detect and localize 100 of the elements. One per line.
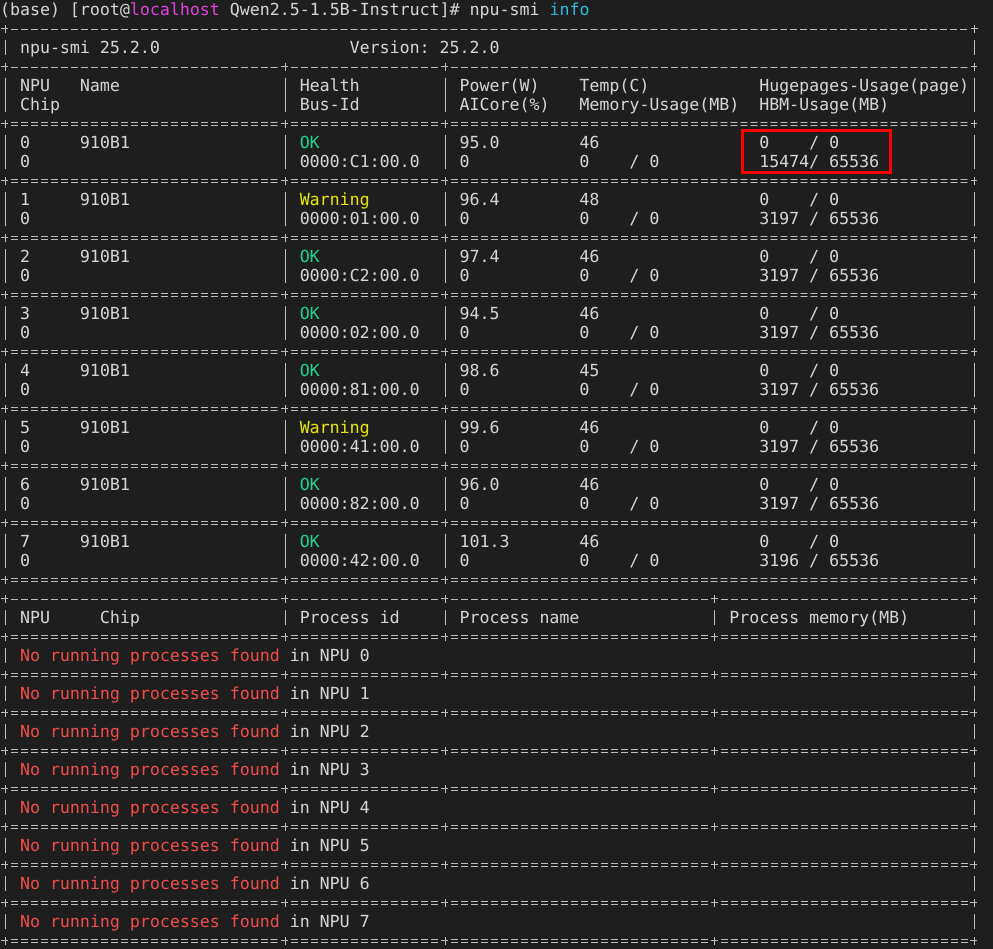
temperature-reading: 46 [579, 133, 600, 152]
hbm-usage: 3197 / 65536 [759, 437, 880, 456]
npu-id: 1 [20, 190, 31, 209]
bus-id: 0000:C1:00.0 [300, 152, 421, 171]
aicore-reading: 0 [460, 209, 471, 228]
chip-id: 0 [20, 551, 31, 570]
temperature-reading: 46 [579, 475, 600, 494]
column-header: Name [80, 76, 121, 95]
chip-id: 0 [20, 323, 31, 342]
column-header: HBM-Usage(MB) [759, 95, 890, 114]
bus-id: 0000:82:00.0 [300, 494, 421, 513]
column-header: AICore(%) [460, 95, 550, 114]
column-header: NPU [20, 608, 51, 627]
column-header: Bus-Id [300, 95, 361, 114]
temperature-reading: 46 [579, 304, 600, 323]
power-reading: 98.6 [460, 361, 500, 380]
column-header: Process name [460, 608, 580, 627]
hbm-usage: 3197 / 65536 [759, 266, 880, 285]
aicore-reading: 0 [460, 152, 471, 171]
column-header: Chip [20, 95, 61, 114]
hugepages-usage: 0 / 0 [759, 247, 840, 266]
npu-id: 6 [20, 475, 31, 494]
memory-usage: 0 / 0 [579, 380, 660, 399]
health-status: OK [300, 532, 321, 551]
aicore-reading: 0 [460, 437, 471, 456]
tool-version: npu-smi 25.2.0 [20, 38, 161, 57]
npu-id: 7 [20, 532, 31, 551]
hbm-usage: 3197 / 65536 [759, 209, 880, 228]
bus-id: 0000:C2:00.0 [300, 266, 421, 285]
power-reading: 99.6 [460, 418, 500, 437]
npu-name: 910B1 [80, 247, 131, 266]
column-header: Process memory(MB) [729, 608, 910, 627]
process-status-message: No running processes found in NPU 6 [20, 874, 371, 893]
health-status: OK [300, 361, 321, 380]
column-header: NPU [20, 76, 51, 95]
npu-name: 910B1 [80, 304, 131, 323]
npu-name: 910B1 [80, 190, 131, 209]
npu-id: 2 [20, 247, 31, 266]
npu-name: 910B1 [80, 418, 131, 437]
health-status: OK [300, 304, 321, 323]
process-status-message: No running processes found in NPU 0 [20, 646, 371, 665]
health-status: OK [300, 475, 321, 494]
memory-usage: 0 / 0 [579, 551, 660, 570]
power-reading: 96.0 [460, 475, 500, 494]
aicore-reading: 0 [460, 323, 471, 342]
aicore-reading: 0 [460, 380, 471, 399]
npu-id: 3 [20, 304, 31, 323]
temperature-reading: 45 [579, 361, 600, 380]
column-header: Chip [100, 608, 141, 627]
memory-usage: 0 / 0 [579, 437, 660, 456]
hbm-usage: 3197 / 65536 [759, 323, 880, 342]
hugepages-usage: 0 / 0 [759, 133, 840, 152]
hugepages-usage: 0 / 0 [759, 532, 840, 551]
chip-id: 0 [20, 437, 31, 456]
hbm-usage: 3197 / 65536 [759, 494, 880, 513]
column-header: Hugepages-Usage(page) [759, 76, 970, 95]
hbm-usage: 15474/ 65536 [759, 152, 880, 171]
column-header: Process id [300, 608, 401, 627]
npu-id: 4 [20, 361, 31, 380]
bus-id: 0000:42:00.0 [300, 551, 421, 570]
health-status: Warning [300, 190, 371, 209]
power-reading: 95.0 [460, 133, 500, 152]
temperature-reading: 46 [579, 418, 600, 437]
command-prompt: (base) [root@localhost Qwen2.5-1.5B-Instruct]# npu-smi info [0, 0, 590, 19]
power-reading: 101.3 [460, 532, 510, 551]
driver-version: Version: 25.2.0 [350, 38, 500, 57]
bus-id: 0000:01:00.0 [300, 209, 421, 228]
power-reading: 97.4 [460, 247, 500, 266]
process-status-message: No running processes found in NPU 1 [20, 684, 371, 703]
bus-id: 0000:02:00.0 [300, 323, 421, 342]
memory-usage: 0 / 0 [579, 209, 660, 228]
hbm-usage: 3196 / 65536 [759, 551, 880, 570]
hugepages-usage: 0 / 0 [759, 418, 840, 437]
memory-usage: 0 / 0 [579, 266, 660, 285]
column-header: Memory-Usage(MB) [579, 95, 740, 114]
bus-id: 0000:81:00.0 [300, 380, 421, 399]
bus-id: 0000:41:00.0 [300, 437, 421, 456]
memory-usage: 0 / 0 [579, 323, 660, 342]
process-status-message: No running processes found in NPU 5 [20, 836, 371, 855]
npu-id: 5 [20, 418, 31, 437]
chip-id: 0 [20, 380, 31, 399]
column-header: Health [300, 76, 361, 95]
health-status: OK [300, 133, 321, 152]
power-reading: 96.4 [460, 190, 500, 209]
hbm-usage: 3197 / 65536 [759, 380, 880, 399]
temperature-reading: 48 [579, 190, 600, 209]
column-header: Temp(C) [579, 76, 650, 95]
hugepages-usage: 0 / 0 [759, 361, 840, 380]
hugepages-usage: 0 / 0 [759, 190, 840, 209]
temperature-reading: 46 [579, 532, 600, 551]
memory-usage: 0 / 0 [579, 494, 660, 513]
hugepages-usage: 0 / 0 [759, 304, 840, 323]
aicore-reading: 0 [460, 551, 471, 570]
aicore-reading: 0 [460, 266, 471, 285]
process-status-message: No running processes found in NPU 4 [20, 798, 371, 817]
process-status-message: No running processes found in NPU 3 [20, 760, 371, 779]
memory-usage: 0 / 0 [579, 152, 660, 171]
health-status: Warning [300, 418, 371, 437]
npu-name: 910B1 [80, 475, 131, 494]
health-status: OK [300, 247, 321, 266]
